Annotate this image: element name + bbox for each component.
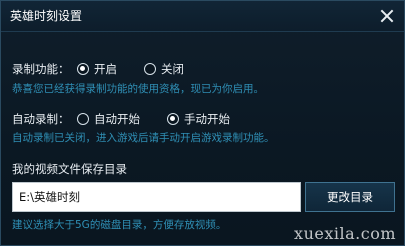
record-on-label: 开启 — [94, 62, 117, 76]
save-dir-input[interactable]: E:\英雄时刻 — [12, 182, 301, 212]
watermark: xuexila.com — [294, 224, 396, 243]
radio-unchecked-icon — [144, 63, 156, 75]
auto-record-label: 自动录制： — [12, 112, 70, 126]
auto-start-label: 自动开始 — [94, 112, 140, 126]
settings-dialog: 英雄时刻设置 录制功能： 开启 关闭 恭喜您已经获得录制功能的使用资格，现已为你… — [0, 0, 405, 246]
close-icon[interactable] — [378, 7, 396, 25]
dialog-title: 英雄时刻设置 — [10, 9, 83, 23]
manual-start-radio[interactable]: 手动开始 — [167, 112, 230, 126]
record-on-radio[interactable]: 开启 — [77, 62, 117, 76]
manual-start-label: 手动开始 — [184, 112, 230, 126]
record-off-radio[interactable]: 关闭 — [144, 62, 184, 76]
radio-checked-icon — [167, 113, 179, 125]
radio-checked-icon — [77, 63, 89, 75]
save-dir-hint: 建议选择大于5G的磁盘目录，方便存放视频。 — [12, 219, 227, 231]
save-dir-label: 我的视频文件保存目录 — [12, 162, 127, 176]
radio-unchecked-icon — [77, 113, 89, 125]
record-feature-label: 录制功能： — [12, 62, 70, 76]
auto-start-radio[interactable]: 自动开始 — [77, 112, 140, 126]
auto-record-hint: 自动录制已关闭，进入游戏后请手动开启游戏录制功能。 — [12, 132, 275, 144]
change-dir-button[interactable]: 更改目录 — [305, 182, 395, 212]
title-bar: 英雄时刻设置 — [1, 1, 404, 32]
record-off-label: 关闭 — [161, 62, 184, 76]
record-feature-hint: 恭喜您已经获得录制功能的使用资格，现已为你启用。 — [12, 83, 264, 95]
